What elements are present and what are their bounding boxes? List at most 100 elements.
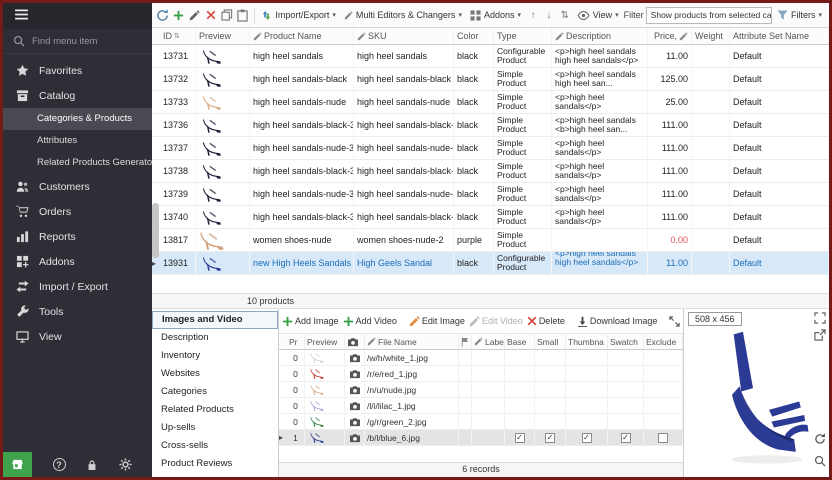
sidebar-item-related-products-generator[interactable]: Related Products Generator <box>3 152 152 174</box>
product-row-13739[interactable]: 13739high heel sandals-nude-37high heel … <box>152 183 829 206</box>
zoom-icon[interactable] <box>814 455 826 467</box>
column-header-small[interactable]: Small <box>535 334 566 349</box>
delete-product-button[interactable] <box>204 7 218 24</box>
vertical-scrollbar[interactable] <box>152 203 159 258</box>
column-header-color[interactable]: Color <box>454 28 494 44</box>
settings-button[interactable] <box>119 458 132 471</box>
column-header-sku[interactable]: SKU <box>354 28 454 44</box>
delete-image-button[interactable]: Delete <box>527 316 565 326</box>
store-button[interactable] <box>3 452 32 477</box>
tab-websites[interactable]: Websites <box>152 365 278 383</box>
tab-product-reviews[interactable]: Product Reviews <box>152 455 278 473</box>
image-row-r-e-red-1-jpg[interactable]: 0/r/e/red_1.jpg <box>279 366 683 382</box>
column-header-type[interactable]: Type <box>494 28 552 44</box>
sidebar-item-tools[interactable]: Tools <box>3 299 152 324</box>
sidebar-item-favorites[interactable]: Favorites <box>3 58 152 83</box>
sort-reset-button[interactable]: ⇅ <box>558 7 572 24</box>
column-header-thumb[interactable]: Preview <box>305 334 345 349</box>
tab-related-products[interactable]: Related Products <box>152 401 278 419</box>
column-header-exclude[interactable]: Exclude <box>644 334 683 349</box>
detail-tabs: Images and VideoDescriptionInventoryWebs… <box>152 309 279 477</box>
column-header-thumbnail[interactable]: Thumbna <box>566 334 608 349</box>
image-size-field[interactable]: 508 x 456 <box>688 312 742 326</box>
menu-toggle-button[interactable] <box>13 8 30 25</box>
sidebar-item-addons[interactable]: Addons <box>3 249 152 274</box>
column-header-weight[interactable]: Weight <box>692 28 730 44</box>
column-header-swatch[interactable]: Swatch <box>608 334 644 349</box>
menu-search-input[interactable]: Find menu item <box>3 29 152 54</box>
product-row-13736[interactable]: 13736high heel sandals-black-36high heel… <box>152 114 829 137</box>
tab-categories[interactable]: Categories <box>152 383 278 401</box>
sidebar-item-customers[interactable]: Customers <box>3 174 152 199</box>
edit-product-button[interactable] <box>188 7 202 24</box>
view-menu[interactable]: View ▾ <box>574 8 622 22</box>
column-header-attr[interactable]: Attribute Set Name <box>730 28 829 44</box>
tab-inventory[interactable]: Inventory <box>152 347 278 365</box>
sidebar-item-catalog[interactable]: Catalog <box>3 83 152 108</box>
tab-cross-sells[interactable]: Cross-sells <box>152 437 278 455</box>
product-row-13740[interactable]: 13740high heel sandals-black-38high heel… <box>152 206 829 229</box>
column-header-pos[interactable]: Pr <box>287 334 305 349</box>
product-row-13733[interactable]: 13733high heel sandals-nudehigh heel san… <box>152 91 829 114</box>
multi-editors-menu[interactable]: Multi Editors & Changers ▾ <box>341 8 465 22</box>
image-row-w-h-white-1-jpg[interactable]: 0/w/h/white_1.jpg <box>279 350 683 366</box>
image-row-l-i-lilac-1-jpg[interactable]: 0/l/i/lilac_1.jpg <box>279 398 683 414</box>
sort-descending-button[interactable]: ↓ <box>542 7 556 24</box>
rotate-icon[interactable] <box>814 433 826 445</box>
column-header-file[interactable]: File Name <box>365 334 459 349</box>
filters-menu[interactable]: Filters ▾ <box>774 8 825 22</box>
addons-menu[interactable]: Addons ▾ <box>467 8 524 23</box>
product-row-13731[interactable]: 13731high heel sandalshigh heel sandalsb… <box>152 45 829 68</box>
copy-button[interactable] <box>220 7 234 24</box>
add-image-button[interactable]: Add Image <box>282 316 339 327</box>
tab-up-sells[interactable]: Up-sells <box>152 419 278 437</box>
tab-images-and-video[interactable]: Images and Video <box>152 311 278 329</box>
add-product-button[interactable] <box>172 7 186 24</box>
image-row-b-l-blue-6-jpg[interactable]: ▸1/b/l/blue_6.jpg✓✓✓✓ <box>279 430 683 446</box>
column-header-flag[interactable] <box>459 334 472 349</box>
help-button[interactable]: ? <box>53 458 66 471</box>
column-header-thumb[interactable]: Preview <box>196 28 250 44</box>
sidebar-item-attributes[interactable]: Attributes <box>3 130 152 152</box>
checkbox-swatch[interactable]: ✓ <box>621 433 631 443</box>
download-image-button[interactable]: Download Image <box>577 316 658 327</box>
column-header-base[interactable]: Base <box>505 334 535 349</box>
product-row-13817[interactable]: 13817women shoes-nudewomen shoes-nude-2p… <box>152 229 829 252</box>
fullscreen-icon[interactable] <box>814 312 826 324</box>
sidebar-item-import-export[interactable]: Import / Export <box>3 274 152 299</box>
cell-small <box>535 366 566 381</box>
product-row-13732[interactable]: 13732high heel sandals-blackhigh heel sa… <box>152 68 829 91</box>
column-header-cam[interactable] <box>345 334 365 349</box>
paste-button[interactable] <box>236 7 250 24</box>
product-row-13931[interactable]: ▸13931new High Heels SandalsHigh Geels S… <box>152 252 829 275</box>
set-resize-rule-button[interactable]: Set Resize Rule <box>669 316 683 327</box>
edit-image-button[interactable]: Edit Image <box>409 316 465 327</box>
sidebar-item-orders[interactable]: Orders <box>3 199 152 224</box>
image-row-n-u-nude-jpg[interactable]: 0/n/u/nude.jpg <box>279 382 683 398</box>
add-video-button[interactable]: Add Video <box>343 316 397 327</box>
checkbox-base[interactable]: ✓ <box>515 433 525 443</box>
edit-video-button[interactable]: Edit Video <box>469 316 523 327</box>
product-row-13737[interactable]: 13737high heel sandals-nude-36high heel … <box>152 137 829 160</box>
image-row-g-r-green-2-jpg[interactable]: 0/g/r/green_2.jpg <box>279 414 683 430</box>
sidebar-item-view[interactable]: View <box>3 324 152 349</box>
column-header-name[interactable]: Product Name <box>250 28 354 44</box>
cell-weight <box>692 91 730 113</box>
filter-mode-select[interactable]: Show products from selected categories ▾ <box>646 7 772 24</box>
refresh-button[interactable] <box>156 7 170 24</box>
lock-button[interactable] <box>86 459 98 471</box>
tab-description[interactable]: Description <box>152 329 278 347</box>
cell-base <box>505 414 535 429</box>
column-header-label[interactable]: Label <box>472 334 505 349</box>
product-row-13738[interactable]: 13738high heel sandals-black-37high heel… <box>152 160 829 183</box>
import-export-menu[interactable]: Import/Export ▾ <box>258 8 339 23</box>
column-header-id[interactable]: ID⇅ <box>160 28 196 44</box>
checkbox-small[interactable]: ✓ <box>545 433 555 443</box>
checkbox-exclude[interactable] <box>658 433 668 443</box>
sidebar-item-categories-products[interactable]: Categories & Products <box>3 108 152 130</box>
sort-ascending-button[interactable]: ↑ <box>526 7 540 24</box>
column-header-desc[interactable]: Description <box>552 28 648 44</box>
checkbox-thumbnail[interactable]: ✓ <box>582 433 592 443</box>
sidebar-item-reports[interactable]: Reports <box>3 224 152 249</box>
column-header-price[interactable]: Price, <box>648 28 692 44</box>
